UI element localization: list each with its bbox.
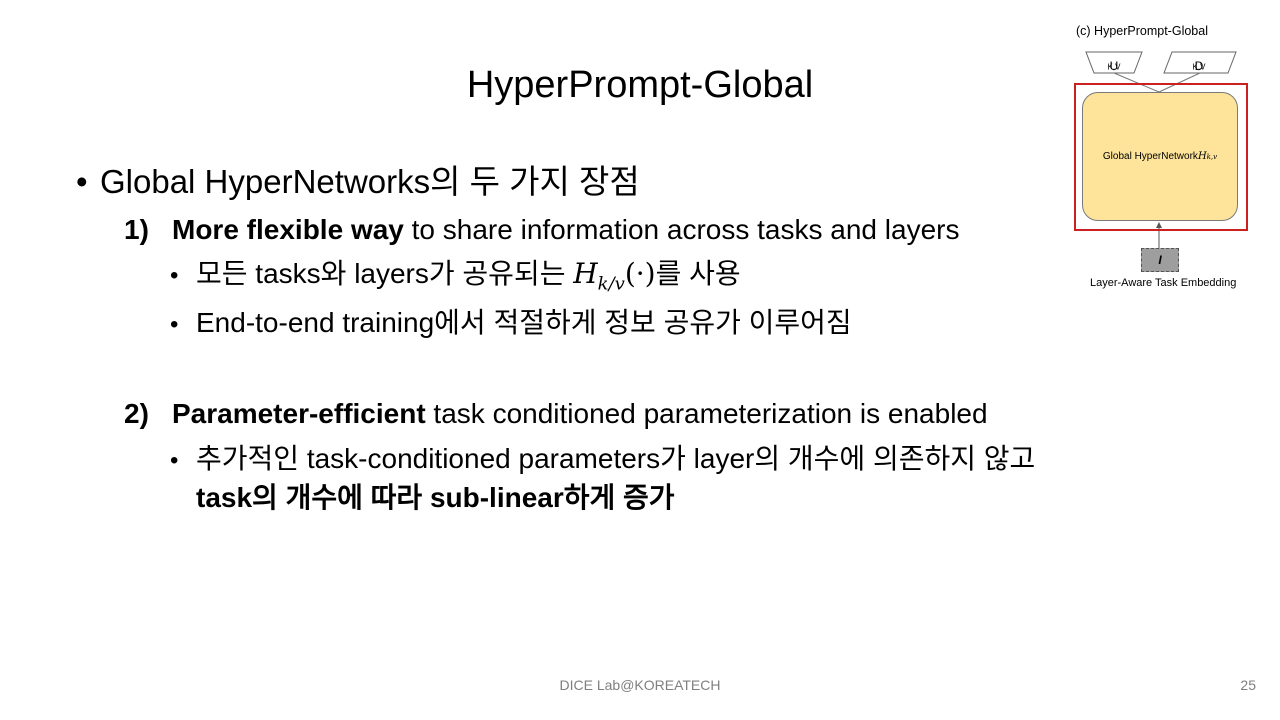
bullet-dot: • <box>76 163 88 200</box>
task-embedding-box: I <box>1141 248 1179 272</box>
hyperprompt-global-diagram: (c) HyperPrompt-Global U K,V D K,V Global … <box>1072 22 1262 294</box>
sub-item-param-growth: • 추가적인 task-conditioned parameters가 layer… <box>170 441 1035 479</box>
item-rest-text: to share information across tasks and la… <box>403 214 960 245</box>
sub-item-text-line2: task의 개수에 따라 sub-linear하게 증가 <box>196 482 675 513</box>
item-rest-text: task conditioned parameterization is ena… <box>425 398 988 429</box>
d-kv-label: D K,V <box>1192 59 1206 73</box>
numbered-item-1: 1) More flexible way to share information… <box>124 212 959 248</box>
bullet-dot: • <box>170 447 179 474</box>
bullet-dot: • <box>170 262 179 289</box>
sub-item-end-to-end: • End-to-end training에서 적절하게 정보 공유가 이루어짐 <box>170 305 852 343</box>
sub-item-text: End-to-end training에서 적절하게 정보 공유가 이루어짐 <box>196 307 852 338</box>
item-bold-text: Parameter-efficient <box>172 398 426 429</box>
sub-item-text-line1: 추가적인 task-conditioned parameters가 layer의… <box>196 443 1036 474</box>
u-kv-label: U K,V <box>1107 59 1121 73</box>
item-number: 2) <box>124 398 149 429</box>
sub-item-shared-h: • 모든 tasks와 layers가 공유되는 Hk/v(·)를 사용 <box>170 256 741 303</box>
global-hypernetwork-box: Global HyperNetwork Hk,v <box>1082 92 1238 221</box>
diagram-caption: (c) HyperPrompt-Global <box>1076 24 1208 38</box>
page-number: 25 <box>1240 677 1256 693</box>
sub-item-text-before: 모든 tasks와 layers가 공유되는 <box>196 258 574 289</box>
numbered-item-2: 2) Parameter-efficient task conditioned p… <box>124 396 988 432</box>
main-bullet-text: Global HyperNetworks의 두 가지 장점 <box>100 163 640 200</box>
math-h-kv: Hk/v(·) <box>573 257 656 295</box>
main-bullet: • Global HyperNetworks의 두 가지 장점 <box>76 160 640 204</box>
bullet-dot: • <box>170 311 179 338</box>
item-number: 1) <box>124 214 149 245</box>
sub-item-text-after: 를 사용 <box>655 258 741 289</box>
embedding-caption: Layer-Aware Task Embedding <box>1090 277 1237 289</box>
footer-lab: DICE Lab@KOREATECH <box>559 677 721 693</box>
item-bold-text: More flexible way <box>172 214 404 245</box>
